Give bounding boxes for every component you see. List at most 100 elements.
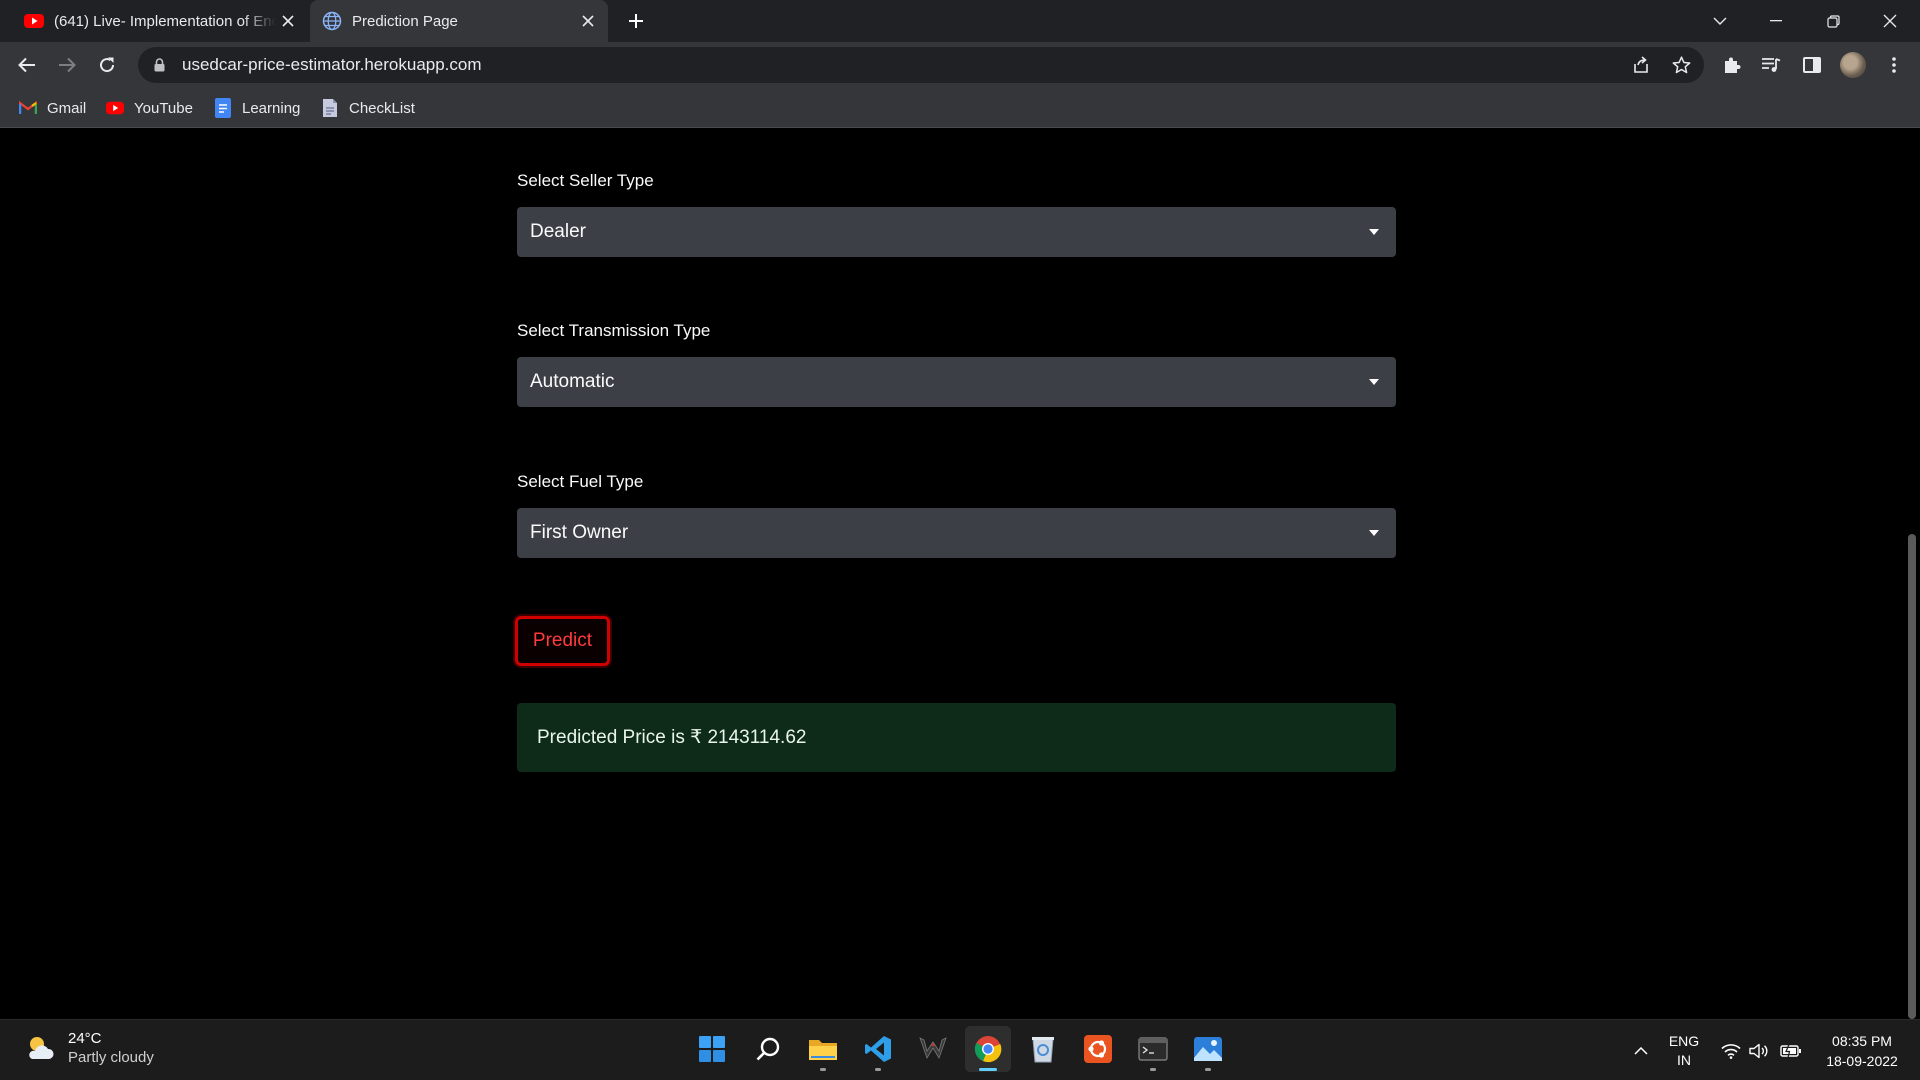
terminal-icon [1138,1037,1168,1061]
page-content: Select Seller Type Dealer Select Transmi… [0,129,1920,1019]
bookmark-label: YouTube [134,99,193,117]
new-tab-button[interactable] [620,7,652,35]
caret-down-icon [1369,229,1379,235]
gmail-icon [19,99,37,117]
taskbar-search-button[interactable] [745,1026,791,1072]
restore-icon [1826,14,1840,28]
media-controls-button[interactable] [1755,49,1787,81]
page-scrollbar[interactable] [1904,129,1920,1019]
taskbar-ubuntu[interactable] [1075,1026,1121,1072]
tab-prediction-page[interactable]: Prediction Page [310,0,608,42]
prediction-result-text: Predicted Price is ₹ 2143114.62 [537,727,807,748]
partly-cloudy-icon [24,1032,56,1064]
browser-titlebar: (641) Live- Implementation of End To End… [0,0,1920,42]
lock-icon[interactable] [152,57,166,73]
chrome-menu-button[interactable] [1878,49,1910,81]
bookmark-gmail[interactable]: Gmail [19,96,86,120]
avatar [1840,52,1866,78]
bookmark-checklist[interactable]: CheckList [321,96,415,120]
caret-down-icon [1369,530,1379,536]
chevron-down-icon [1713,17,1727,25]
bookmarks-bar: Gmail YouTube Learning CheckList [0,88,1920,128]
extensions-button[interactable] [1716,49,1748,81]
profile-button[interactable] [1837,49,1869,81]
vscode-icon [865,1036,891,1062]
reload-button[interactable] [91,49,123,81]
fuel-type-select[interactable]: First Owner [517,508,1396,558]
region-code: IN [1677,1051,1691,1068]
taskbar-file-explorer[interactable] [800,1026,846,1072]
bookmark-star-button[interactable] [1663,47,1699,83]
share-button[interactable] [1623,47,1659,83]
predict-button[interactable]: Predict [515,616,610,666]
restore-button[interactable] [1805,0,1861,42]
arrow-left-icon [18,57,35,73]
wifi-icon [1721,1043,1741,1059]
input-language-indicator[interactable]: ENG IN [1660,1020,1708,1080]
fuel-type-value: First Owner [530,522,629,543]
docs-icon [214,98,232,118]
wifi-status[interactable] [1718,1020,1744,1080]
globe-icon [322,11,342,31]
taskbar-photos[interactable] [1185,1026,1231,1072]
clock[interactable]: 08:35 PM 18-09-2022 [1812,1020,1912,1080]
minimize-button[interactable] [1748,0,1804,42]
start-icon [699,1036,725,1062]
browser-toolbar: usedcar-price-estimator.herokuapp.com [0,42,1920,88]
side-panel-button[interactable] [1796,49,1828,81]
taskbar-vscode[interactable] [855,1026,901,1072]
close-window-button[interactable] [1862,0,1918,42]
file-icon [321,99,339,117]
recycle-bin-icon [1032,1037,1054,1063]
youtube-icon [106,99,124,117]
speaker-icon [1749,1043,1768,1058]
side-panel-icon [1803,57,1821,73]
close-tab-icon[interactable] [576,9,600,33]
windows-taskbar: 24°C Partly cloudy ENG IN 08:35 PM 18-09… [0,1019,1920,1080]
prediction-result-alert: Predicted Price is ₹ 2143114.62 [517,703,1396,772]
show-hidden-icons-button[interactable] [1626,1020,1656,1080]
bookmark-label: CheckList [349,99,415,117]
more-vert-icon [1892,57,1896,73]
bookmark-learning[interactable]: Learning [214,96,300,120]
taskbar-terminal[interactable] [1130,1026,1176,1072]
tab-title: Prediction Page [352,12,458,30]
taskbar-chrome[interactable] [965,1026,1011,1072]
back-button[interactable] [11,49,43,81]
chrome-icon [974,1036,1002,1063]
bookmark-youtube[interactable]: YouTube [106,96,193,120]
share-icon [1634,56,1648,73]
search-icon [756,1037,780,1061]
seller-type-select[interactable]: Dealer [517,207,1396,257]
minimize-icon [1770,20,1782,22]
youtube-icon [24,11,44,31]
transmission-type-label: Select Transmission Type [517,321,711,340]
address-bar[interactable]: usedcar-price-estimator.herokuapp.com [138,47,1704,83]
forward-button[interactable] [51,49,83,81]
volume-control[interactable] [1746,1020,1772,1080]
scrollbar-thumb[interactable] [1908,534,1916,1019]
clock-time: 08:35 PM [1832,1032,1892,1049]
battery-status[interactable] [1776,1020,1806,1080]
start-button[interactable] [689,1026,735,1072]
taskbar-game-app[interactable] [910,1026,956,1072]
queue-music-icon [1762,58,1781,72]
tab-search-button[interactable] [1692,0,1748,42]
ubuntu-icon [1084,1035,1112,1063]
weather-temperature: 24°C [68,1030,102,1047]
weather-widget[interactable]: 24°C Partly cloudy [24,1030,154,1066]
running-indicator [875,1068,881,1071]
close-tab-icon[interactable] [276,9,300,33]
seller-type-label: Select Seller Type [517,171,654,190]
chevron-up-icon [1634,1046,1648,1055]
caret-down-icon [1369,379,1379,385]
puzzle-icon [1725,57,1741,73]
clock-date: 18-09-2022 [1826,1052,1898,1069]
bookmark-label: Learning [242,99,301,117]
running-indicator [1150,1068,1156,1071]
running-indicator [1205,1068,1211,1071]
tab-youtube-video[interactable]: (641) Live- Implementation of End To End [12,0,308,42]
transmission-type-select[interactable]: Automatic [517,357,1396,407]
taskbar-recycle-bin[interactable] [1020,1026,1066,1072]
fuel-type-label: Select Fuel Type [517,472,644,491]
